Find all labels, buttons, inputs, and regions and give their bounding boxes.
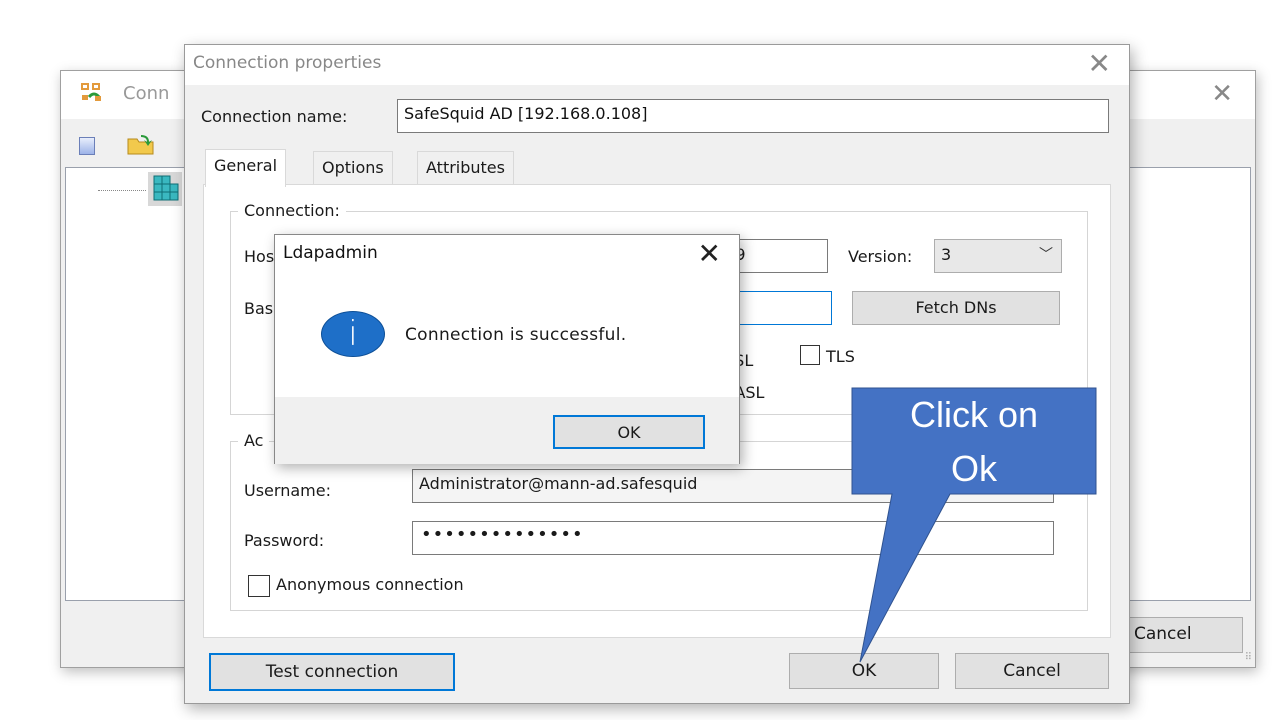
connection-name-label: Connection name: — [201, 107, 348, 126]
dialog-titlebar: Connection properties ✕ — [185, 45, 1129, 85]
tls-checkbox[interactable] — [800, 345, 820, 365]
tab-attributes[interactable]: Attributes — [417, 151, 514, 185]
base-label: Bas — [244, 299, 274, 318]
cancel-button[interactable]: Cancel — [955, 653, 1109, 689]
message-box-ok-button[interactable]: OK — [553, 415, 705, 449]
directory-node-icon[interactable] — [148, 172, 182, 206]
password-input[interactable]: •••••••••••••• — [412, 521, 1054, 555]
ldapadmin-message-box: Ldapadmin ✕ i Connection is successful. … — [274, 234, 740, 464]
password-label: Password: — [244, 531, 325, 550]
anonymous-connection-label: Anonymous connection — [276, 575, 464, 594]
connection-name-input[interactable]: SafeSquid AD [192.168.0.108] — [397, 99, 1109, 133]
message-text: Connection is successful. — [405, 325, 627, 345]
tab-options[interactable]: Options — [313, 151, 393, 185]
tab-general[interactable]: General — [205, 149, 287, 187]
anonymous-connection-checkbox[interactable] — [248, 575, 270, 597]
test-connection-button[interactable]: Test connection — [209, 653, 455, 691]
tree-connector-line — [98, 190, 146, 191]
new-connection-icon[interactable] — [79, 137, 95, 155]
connections-app-icon — [81, 83, 101, 101]
callout-line-2: Ok — [950, 448, 997, 489]
dialog-title: Connection properties — [193, 53, 382, 73]
open-folder-icon[interactable] — [127, 133, 157, 155]
main-cancel-button[interactable]: Cancel — [1127, 617, 1243, 653]
tls-label: TLS — [826, 347, 855, 366]
main-window-title: Conn — [123, 83, 170, 104]
callout-line-1: Click on — [909, 394, 1039, 435]
version-value: 3 — [941, 245, 952, 264]
ok-button[interactable]: OK — [789, 653, 939, 689]
message-box-title: Ldapadmin — [283, 243, 378, 263]
dialog-close-icon[interactable]: ✕ — [1088, 47, 1111, 80]
resize-grip[interactable]: ⠿ — [1245, 652, 1252, 663]
account-group-title: Ac — [238, 431, 270, 450]
version-select[interactable]: 3 ﹀ — [934, 239, 1062, 273]
connection-group-title: Connection: — [238, 201, 346, 220]
version-label: Version: — [848, 247, 913, 266]
info-icon: i — [321, 311, 385, 357]
host-label: Hos — [244, 247, 275, 266]
username-label: Username: — [244, 481, 331, 500]
message-box-close-icon[interactable]: ✕ — [698, 237, 721, 270]
main-close-icon[interactable]: ✕ — [1211, 79, 1233, 109]
chevron-down-icon: ﹀ — [1039, 247, 1053, 263]
callout-text: Click on Ok — [852, 388, 1096, 496]
fetch-dns-button[interactable]: Fetch DNs — [852, 291, 1060, 325]
